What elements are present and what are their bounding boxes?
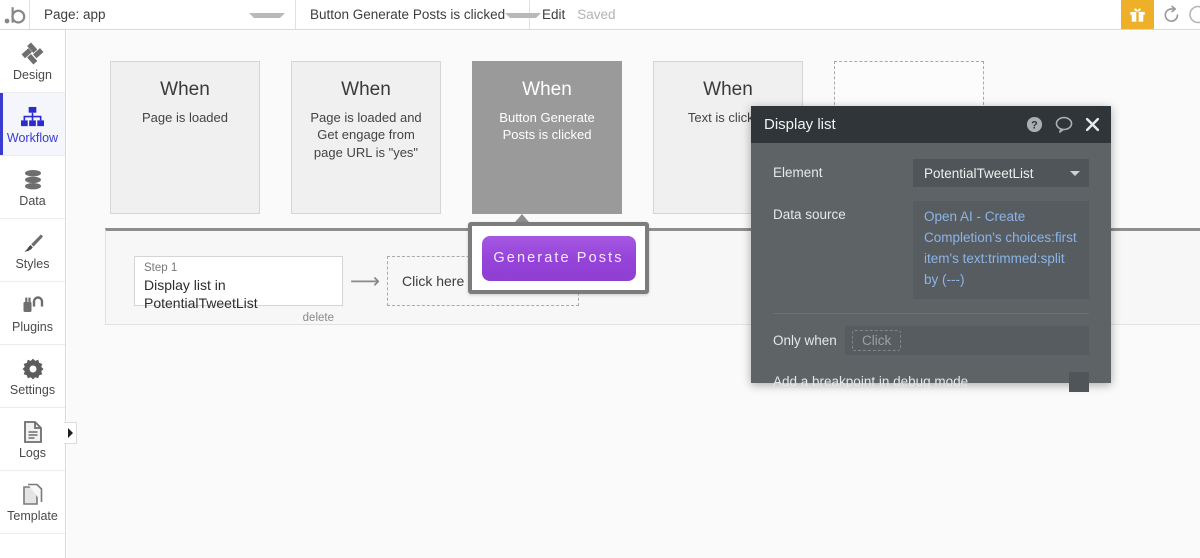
sidebar-item-label: Settings xyxy=(9,383,56,398)
chevron-down-icon xyxy=(505,13,542,18)
event-card-description: Button Generate Posts is clicked xyxy=(499,109,595,143)
event-card-selected[interactable]: When Button Generate Posts is clicked xyxy=(472,61,622,214)
sidebar-item-data[interactable]: Data xyxy=(0,156,65,219)
event-card[interactable]: When Page is loaded xyxy=(110,61,260,214)
sidebar-item-settings[interactable]: Settings xyxy=(0,345,65,408)
brush-icon xyxy=(21,229,45,255)
data-source-control: Open AI - Create Completion's choices:fi… xyxy=(913,201,1089,299)
event-card-when: When xyxy=(703,79,753,100)
breakpoint-checkbox[interactable] xyxy=(1069,371,1089,392)
help-circle-icon[interactable]: ? xyxy=(1026,116,1043,133)
add-event-placeholder[interactable] xyxy=(834,61,984,110)
logs-icon xyxy=(22,418,44,444)
dialog-header-icons: ? xyxy=(1026,116,1100,133)
page-selector-label: Page: app xyxy=(44,7,106,22)
circle-partial-icon xyxy=(1189,5,1200,24)
event-card-description: Page is loaded xyxy=(141,109,228,125)
design-icon xyxy=(20,40,45,66)
gear-icon xyxy=(21,355,45,381)
sidebar-item-workflow[interactable]: Workflow xyxy=(0,93,65,156)
element-control: PotentialTweetList xyxy=(913,159,1089,187)
breakpoint-label: Add a breakpoint in debug mode xyxy=(773,374,969,390)
data-source-value: Open AI - Create Completion's choices:fi… xyxy=(924,209,1077,287)
sidebar-item-styles[interactable]: Styles xyxy=(0,219,65,282)
plug-icon xyxy=(21,292,45,318)
element-dropdown[interactable]: PotentialTweetList xyxy=(913,159,1089,187)
event-card-when: When xyxy=(522,79,572,100)
page-selector[interactable]: Page: app xyxy=(30,0,296,29)
sidebar-item-label: Data xyxy=(19,194,46,209)
chevron-down-icon xyxy=(249,13,285,18)
template-icon xyxy=(22,481,44,507)
undo-button[interactable] xyxy=(1154,0,1188,29)
sidebar-item-label: Plugins xyxy=(12,320,53,335)
top-bar: Page: app Button Generate Posts is click… xyxy=(0,0,1200,30)
sidebar-item-label: Logs xyxy=(18,446,47,461)
element-value: PotentialTweetList xyxy=(924,165,1034,181)
only-when-placeholder: Click xyxy=(852,329,902,351)
data-source-label: Data source xyxy=(773,207,846,222)
event-selector[interactable]: Button Generate Posts is clicked xyxy=(296,0,542,29)
left-sidebar: Design Workflow Data Styles Plugins Sett… xyxy=(0,30,66,558)
chevron-right-icon xyxy=(67,428,73,438)
only-when-label: Only when xyxy=(773,332,837,348)
sidebar-item-design[interactable]: Design xyxy=(0,30,65,93)
data-source-expression[interactable]: Open AI - Create Completion's choices:fi… xyxy=(913,201,1089,299)
element-label: Element xyxy=(773,165,823,180)
close-icon[interactable] xyxy=(1085,117,1100,132)
only-when-input[interactable]: Click xyxy=(845,325,1089,355)
display-list-dialog: Display list ? Element PotentialTweetLis… xyxy=(751,106,1111,392)
gift-button[interactable] xyxy=(1121,0,1154,29)
sidebar-item-label: Template xyxy=(7,509,58,524)
breakpoint-row: Add a breakpoint in debug mode xyxy=(751,355,1111,392)
step-title: Display list in PotentialTweetList xyxy=(144,276,258,311)
undo-icon xyxy=(1164,5,1178,22)
data-source-row: Data source Open AI - Create Completion'… xyxy=(773,201,1089,299)
bubble-logo-icon xyxy=(4,6,25,24)
sidebar-expand-handle[interactable] xyxy=(64,422,77,444)
database-icon xyxy=(21,166,45,192)
arrow-right-icon: ⟶ xyxy=(349,269,381,293)
dialog-title: Display list xyxy=(764,116,836,133)
dialog-header[interactable]: Display list ? xyxy=(751,106,1111,143)
action-step-1[interactable]: Step 1 Display list in PotentialTweetLis… xyxy=(134,256,343,324)
event-card[interactable]: When Page is loaded and Get engage from … xyxy=(291,61,441,214)
generate-posts-button[interactable]: Generate Posts xyxy=(481,235,636,281)
gift-icon xyxy=(1130,8,1145,22)
sidebar-item-label: Workflow xyxy=(6,131,59,146)
bubble-editor: Page: app Button Generate Posts is click… xyxy=(0,0,1200,558)
comment-icon[interactable] xyxy=(1055,116,1073,133)
topbar-right-group xyxy=(1121,0,1200,29)
dialog-body: Element PotentialTweetList Data source O… xyxy=(751,143,1111,314)
only-when-row: Only when Click xyxy=(751,314,1111,355)
event-card-when: When xyxy=(160,79,210,100)
sidebar-item-label: Design xyxy=(13,68,52,83)
topbar-edge-handle[interactable] xyxy=(1188,0,1200,29)
bubble-logo[interactable] xyxy=(0,0,30,29)
generate-posts-button-preview: Generate Posts xyxy=(468,222,649,294)
sidebar-item-template[interactable]: Template xyxy=(0,471,65,534)
step-number-label: Step 1 xyxy=(144,262,178,274)
chevron-down-icon xyxy=(1070,170,1080,176)
sidebar-item-plugins[interactable]: Plugins xyxy=(0,282,65,345)
sidebar-item-label: Styles xyxy=(15,257,50,272)
sidebar-item-logs[interactable]: Logs xyxy=(0,408,65,471)
event-card-when: When xyxy=(341,79,391,100)
event-selector-label: Button Generate Posts is clicked xyxy=(310,7,506,22)
element-row: Element PotentialTweetList xyxy=(773,159,1089,187)
svg-text:?: ? xyxy=(1031,120,1038,132)
step-delete-link[interactable]: delete xyxy=(144,312,334,326)
event-card-description: Page is loaded and Get engage from page … xyxy=(310,109,422,161)
save-status: Saved xyxy=(577,7,616,22)
workflow-icon xyxy=(20,103,45,129)
